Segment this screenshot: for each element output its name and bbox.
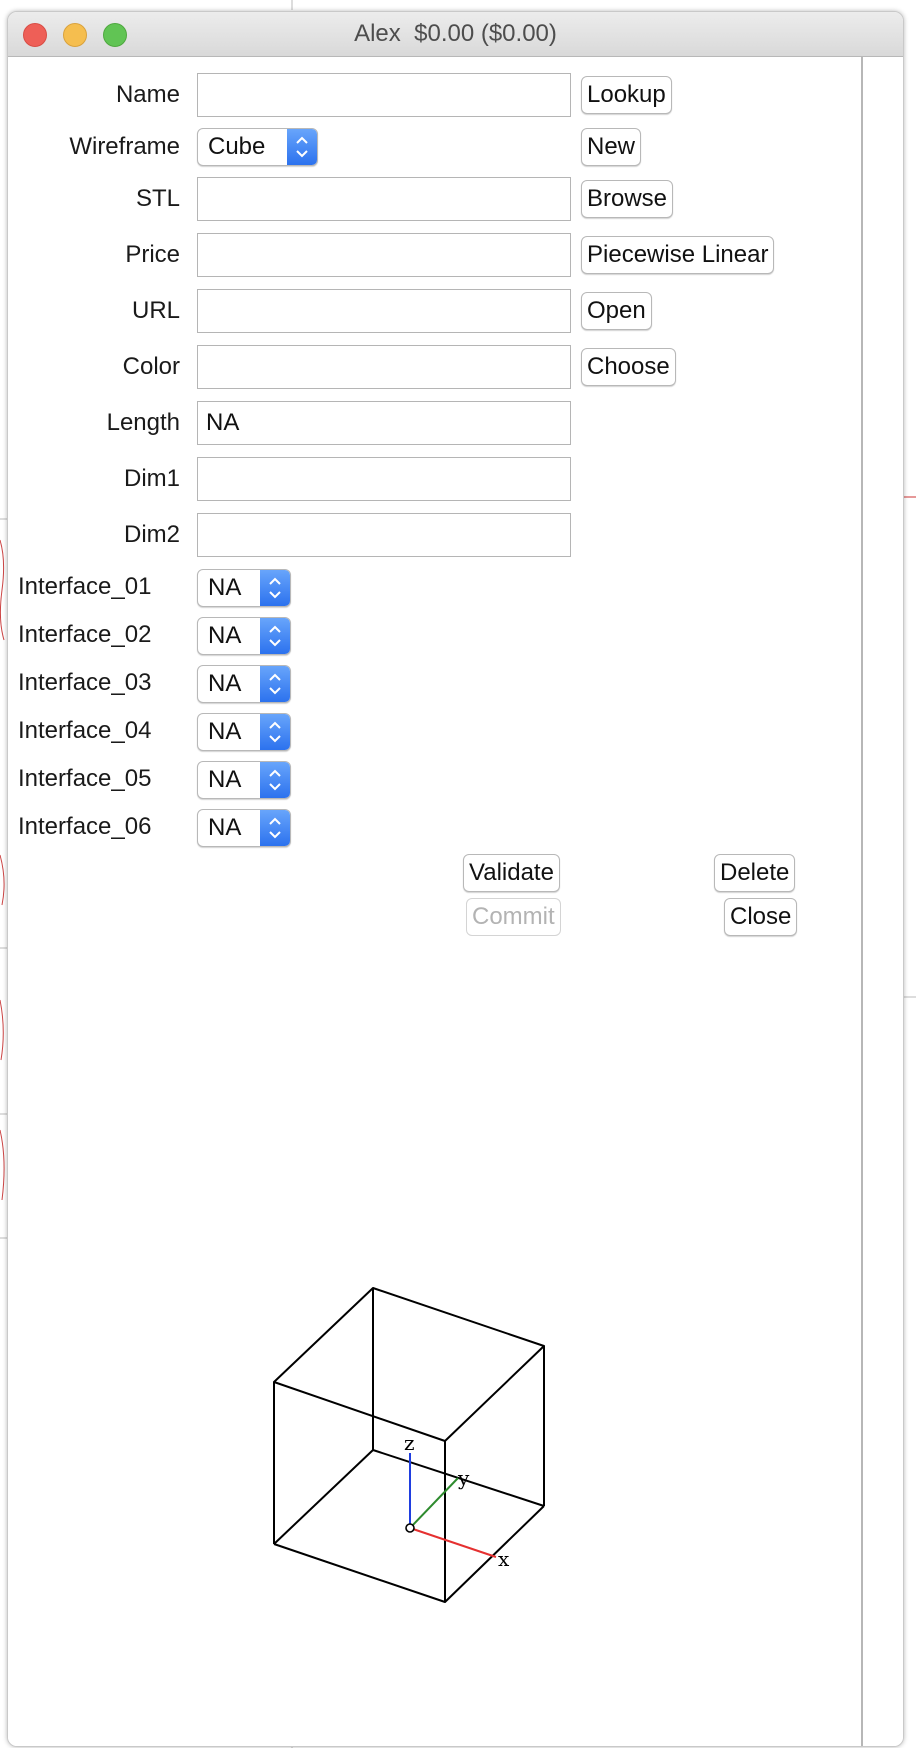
right-side-panel	[863, 57, 903, 1746]
z-axis-label: z	[404, 1431, 415, 1455]
form-panel: Name Lookup Wireframe Cube New STL Brows…	[8, 57, 860, 1746]
dialog-window: Alex $0.00 ($0.00) Name Lookup Wireframe…	[7, 11, 904, 1747]
title-bar: Alex $0.00 ($0.00)	[8, 12, 903, 57]
y-axis-label: y	[457, 1466, 470, 1490]
x-axis-label: x	[498, 1547, 510, 1571]
y-axis-line	[409, 1477, 459, 1529]
window-title: Alex $0.00 ($0.00)	[354, 20, 557, 47]
x-axis-line	[409, 1527, 497, 1558]
desktop: Alex $0.00 ($0.00) Name Lookup Wireframe…	[0, 0, 916, 1748]
wireframe-preview: z y x	[273, 1287, 545, 1603]
origin-marker	[405, 1523, 415, 1533]
